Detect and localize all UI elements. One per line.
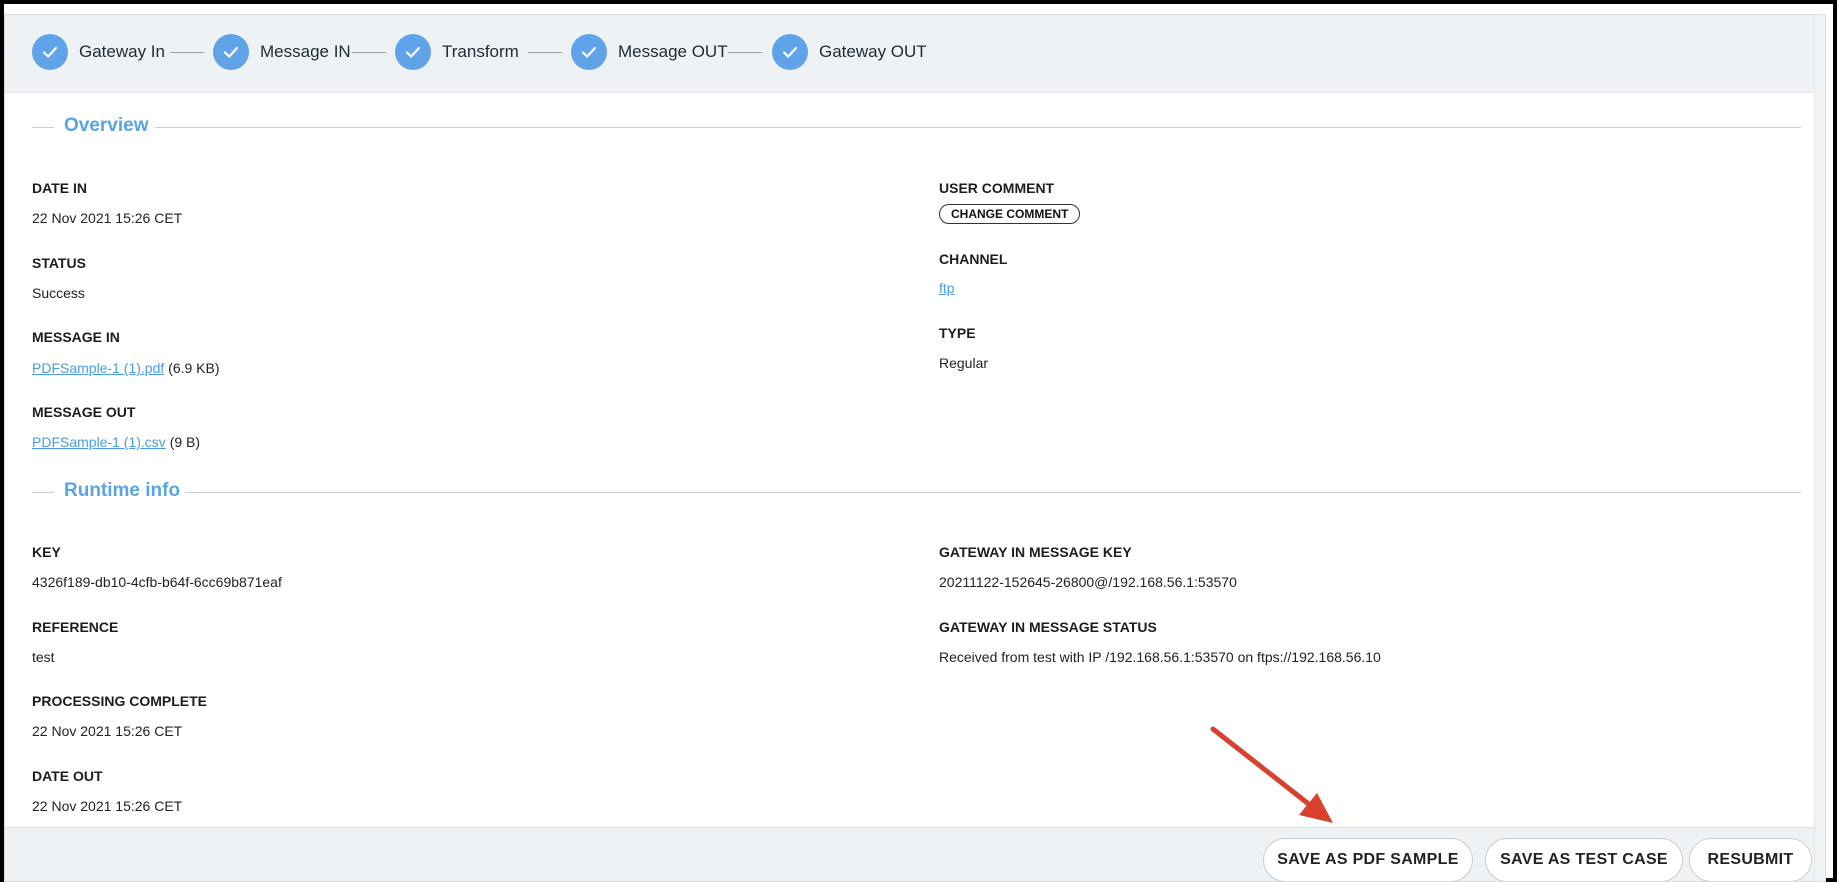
message-in-value: PDFSample-1 (1).pdf (6.9 KB) <box>32 360 220 376</box>
user-comment-label: USER COMMENT <box>939 180 1055 196</box>
message-in-file-link[interactable]: PDFSample-1 (1).pdf <box>32 360 164 376</box>
reference-label: REFERENCE <box>32 619 119 635</box>
overview-section-header: Overview <box>5 113 1815 143</box>
screenshot-frame: Gateway In Message IN Transform Message … <box>0 0 1837 882</box>
check-icon <box>213 34 249 70</box>
message-in-label: MESSAGE IN <box>32 329 120 345</box>
gateway-status-label: GATEWAY IN MESSAGE STATUS <box>939 619 1157 635</box>
date-out-value: 22 Nov 2021 15:26 CET <box>32 798 183 814</box>
divider <box>32 127 54 128</box>
step-label: Message IN <box>260 42 351 61</box>
processing-steps: Gateway In Message IN Transform Message … <box>5 15 1815 93</box>
annotation-arrow-icon <box>1210 726 1333 823</box>
date-out-label: DATE OUT <box>32 768 103 784</box>
message-out-label: MESSAGE OUT <box>32 404 136 420</box>
gateway-key-label: GATEWAY IN MESSAGE KEY <box>939 544 1132 560</box>
step-connector <box>170 52 204 53</box>
message-in-size: (6.9 KB) <box>168 360 220 376</box>
check-icon <box>772 34 808 70</box>
step-connector <box>352 52 386 53</box>
gateway-key-value: 20211122-152645-26800@/192.168.56.1:5357… <box>939 574 1237 590</box>
divider <box>185 492 1801 493</box>
save-as-pdf-sample-button[interactable]: SAVE AS PDF SAMPLE <box>1263 838 1473 881</box>
vertical-scrollbar[interactable] <box>1814 15 1825 881</box>
check-icon <box>32 34 68 70</box>
type-value: Regular <box>939 355 989 371</box>
status-label: STATUS <box>32 255 86 271</box>
message-detail-panel: Gateway In Message IN Transform Message … <box>4 14 1826 882</box>
processing-complete-value: 22 Nov 2021 15:26 CET <box>32 723 183 739</box>
key-value: 4326f189-db10-4cfb-b64f-6cc69b871eaf <box>32 574 282 590</box>
change-comment-button[interactable]: CHANGE COMMENT <box>939 204 1081 224</box>
step-label: Transform <box>442 42 519 61</box>
message-out-value: PDFSample-1 (1).csv (9 B) <box>32 434 200 450</box>
divider <box>32 492 54 493</box>
step-message-in: Message IN <box>213 34 351 70</box>
date-in-value: 22 Nov 2021 15:26 CET <box>32 210 183 226</box>
channel-label: CHANNEL <box>939 251 1008 267</box>
save-as-test-case-button[interactable]: SAVE AS TEST CASE <box>1485 838 1683 881</box>
runtime-section-header: Runtime info <box>5 478 1815 508</box>
channel-link[interactable]: ftp <box>939 280 955 296</box>
step-connector <box>728 52 762 53</box>
message-out-size: (9 B) <box>169 434 201 450</box>
step-gateway-in: Gateway In <box>32 34 165 70</box>
check-icon <box>571 34 607 70</box>
date-in-label: DATE IN <box>32 180 87 196</box>
check-icon <box>395 34 431 70</box>
step-connector <box>528 52 562 53</box>
section-title: Runtime info <box>64 480 181 501</box>
action-footer: SAVE AS PDF SAMPLE SAVE AS TEST CASE RES… <box>5 827 1815 881</box>
reference-value: test <box>32 649 55 665</box>
step-label: Message OUT <box>618 42 728 61</box>
step-message-out: Message OUT <box>571 34 728 70</box>
step-transform: Transform <box>395 34 519 70</box>
status-value: Success <box>32 285 85 301</box>
section-title: Overview <box>64 115 149 136</box>
type-label: TYPE <box>939 325 976 341</box>
gateway-status-value: Received from test with IP /192.168.56.1… <box>939 649 1381 665</box>
key-label: KEY <box>32 544 61 560</box>
step-gateway-out: Gateway OUT <box>772 34 927 70</box>
step-label: Gateway In <box>79 42 165 61</box>
processing-complete-label: PROCESSING COMPLETE <box>32 693 208 709</box>
resubmit-button[interactable]: RESUBMIT <box>1689 838 1812 881</box>
divider <box>155 127 1801 128</box>
step-label: Gateway OUT <box>819 42 927 61</box>
message-out-file-link[interactable]: PDFSample-1 (1).csv <box>32 434 166 450</box>
